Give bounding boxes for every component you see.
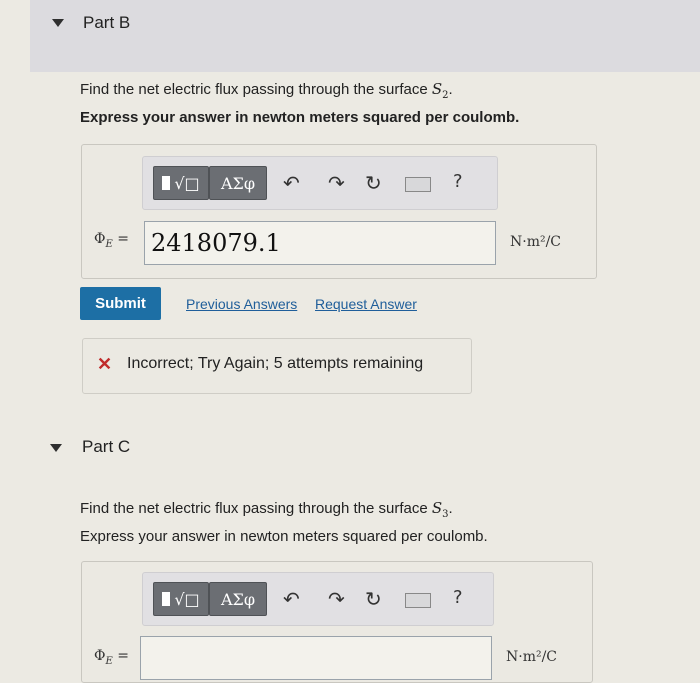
keyboard-icon[interactable] (405, 177, 431, 192)
part-c-surface-symbol: S3 (431, 499, 449, 520)
keyboard-icon[interactable] (405, 593, 431, 608)
help-icon[interactable]: ? (453, 587, 463, 608)
help-icon[interactable]: ? (453, 171, 463, 192)
templates-button[interactable]: √□ (153, 582, 209, 616)
part-c-title[interactable]: Part C (82, 437, 130, 457)
reset-icon[interactable]: ↻ (365, 587, 382, 611)
greek-symbols-button[interactable]: ΑΣφ (209, 582, 267, 616)
part-c-instruction: Express your answer in newton meters squ… (80, 528, 488, 545)
submit-button[interactable]: Submit (80, 287, 161, 320)
part-c-math-toolbar: √□ ΑΣφ ↶ ↷ ↻ ? (142, 572, 494, 626)
part-b-math-toolbar: √□ ΑΣφ ↶ ↷ ↻ ? (142, 156, 498, 210)
part-b-question: Find the net electric flux passing throu… (80, 80, 453, 101)
undo-icon[interactable]: ↶ (283, 171, 300, 195)
part-c-answer-area: √□ ΑΣφ ↶ ↷ ↻ ? ΦE = N·m²/C (81, 561, 593, 683)
part-b-surface-symbol: S2 (431, 80, 449, 101)
request-answer-link[interactable]: Request Answer (315, 296, 417, 312)
undo-icon[interactable]: ↶ (283, 587, 300, 611)
flux-answer-input[interactable]: 2418079.1 (144, 221, 496, 265)
previous-answers-link[interactable]: Previous Answers (186, 296, 297, 312)
part-b-collapse-caret-icon[interactable] (52, 19, 64, 27)
part-c-collapse-caret-icon[interactable] (50, 444, 62, 452)
part-c-question-text: Find the net electric flux passing throu… (80, 500, 432, 517)
units-label: N·m²/C (510, 234, 562, 250)
part-b-title: Part B (83, 13, 131, 32)
redo-icon[interactable]: ↷ (328, 587, 345, 611)
flux-label: ΦE = (94, 231, 129, 250)
flux-label: ΦE = (94, 648, 129, 667)
greek-symbols-button[interactable]: ΑΣφ (209, 166, 267, 200)
feedback-text: Incorrect; Try Again; 5 attempts remaini… (127, 355, 424, 372)
reset-icon[interactable]: ↻ (365, 171, 382, 195)
flux-answer-input[interactable] (140, 636, 492, 680)
part-b-header[interactable] (30, 0, 700, 72)
feedback-message: ✕ Incorrect; Try Again; 5 attempts remai… (82, 338, 472, 394)
templates-button[interactable]: √□ (153, 166, 209, 200)
part-b-answer-area: √□ ΑΣφ ↶ ↷ ↻ ? ΦE = 2418079.1 N·m²/C (81, 144, 597, 279)
units-label: N·m²/C (506, 649, 558, 665)
part-b-instruction: Express your answer in newton meters squ… (80, 109, 520, 126)
redo-icon[interactable]: ↷ (328, 171, 345, 195)
part-c-question: Find the net electric flux passing throu… (80, 499, 453, 520)
incorrect-x-icon: ✕ (97, 354, 113, 374)
part-b-question-text: Find the net electric flux passing throu… (80, 81, 432, 98)
